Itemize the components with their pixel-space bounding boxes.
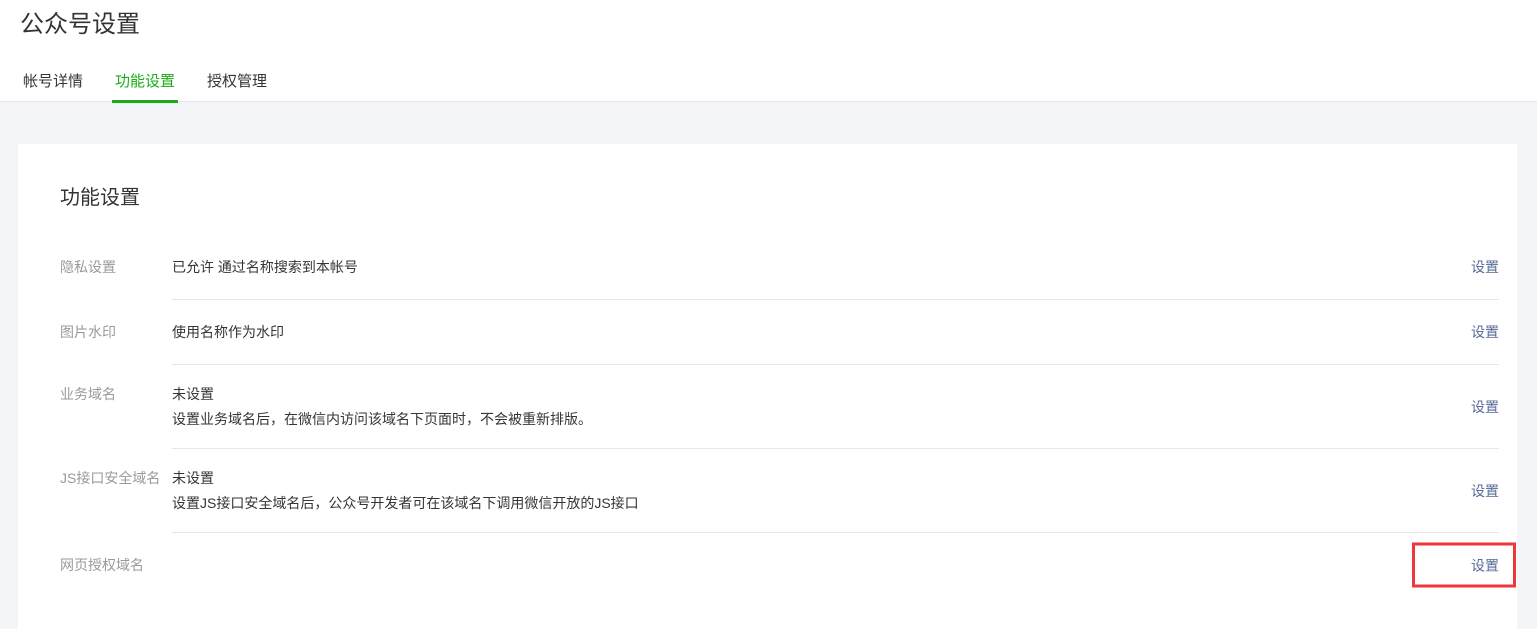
settings-row-webpage-auth-domain: 网页授权域名 设置 [60,533,1499,597]
row-desc-business-domain: 设置业务域名后，在微信内访问该域名下页面时，不会被重新排版。 [172,409,1471,429]
settings-link-js-api-domain[interactable]: 设置 [1471,481,1499,501]
settings-link-image-watermark[interactable]: 设置 [1471,322,1499,342]
tab-function-settings[interactable]: 功能设置 [112,72,178,103]
row-value-privacy: 已允许 通过名称搜索到本帐号 [172,257,1471,277]
row-label-image-watermark: 图片水印 [60,300,172,365]
tab-authorization-management[interactable]: 授权管理 [204,72,270,103]
settings-link-privacy[interactable]: 设置 [1471,257,1499,277]
row-desc-js-api-domain: 设置JS接口安全域名后，公众号开发者可在该域名下调用微信开放的JS接口 [172,493,1471,513]
row-label-business-domain: 业务域名 [60,365,172,449]
settings-link-business-domain[interactable]: 设置 [1471,397,1499,417]
settings-row-image-watermark: 图片水印 使用名称作为水印 设置 [60,300,1499,365]
page-title: 公众号设置 [0,8,1537,42]
settings-row-js-api-domain: JS接口安全域名 未设置 设置JS接口安全域名后，公众号开发者可在该域名下调用微… [60,449,1499,533]
row-label-webpage-auth-domain: 网页授权域名 [60,533,172,597]
highlight-annotation-box: 设置 [1412,543,1516,588]
card-heading: 功能设置 [60,184,1499,212]
row-value-js-api-domain: 未设置 [172,468,1471,488]
row-value-image-watermark: 使用名称作为水印 [172,322,1471,342]
tab-account-details[interactable]: 帐号详情 [20,72,86,103]
row-label-privacy: 隐私设置 [60,235,172,300]
function-settings-card: 功能设置 隐私设置 已允许 通过名称搜索到本帐号 设置 图片水印 使用名称作为水… [18,144,1517,629]
tab-bar: 帐号详情 功能设置 授权管理 [0,72,1537,102]
row-value-business-domain: 未设置 [172,384,1471,404]
settings-row-privacy: 隐私设置 已允许 通过名称搜索到本帐号 设置 [60,235,1499,300]
page-header: 公众号设置 帐号详情 功能设置 授权管理 [0,0,1537,102]
settings-row-business-domain: 业务域名 未设置 设置业务域名后，在微信内访问该域名下页面时，不会被重新排版。 … [60,365,1499,449]
settings-link-webpage-auth-domain[interactable]: 设置 [1471,555,1499,575]
row-label-js-api-domain: JS接口安全域名 [60,449,172,533]
page-body: 功能设置 隐私设置 已允许 通过名称搜索到本帐号 设置 图片水印 使用名称作为水… [0,102,1537,629]
